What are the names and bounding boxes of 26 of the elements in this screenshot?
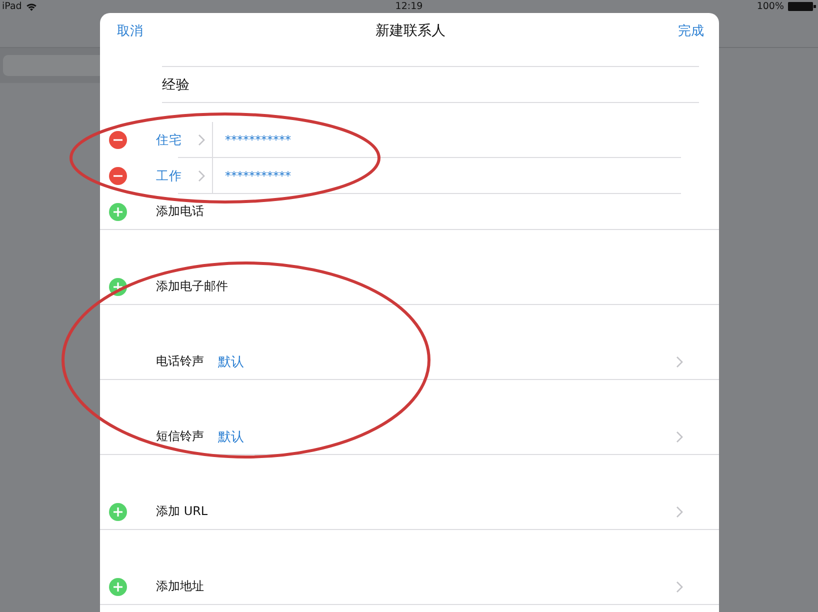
cancel-button[interactable]: 取消 <box>117 22 143 40</box>
sheet-title: 新建联系人 <box>376 22 446 40</box>
battery-icon <box>788 2 816 11</box>
add-item-button[interactable]: 添加 URL <box>156 503 208 520</box>
minus-circle-icon[interactable] <box>109 167 127 185</box>
phone-field[interactable]: *********** <box>225 133 679 147</box>
clock-time: 12:19 <box>395 0 423 12</box>
plus-circle-icon[interactable] <box>109 278 127 296</box>
setting-value[interactable]: 默认 <box>218 428 244 446</box>
chevron-icon <box>198 134 205 146</box>
phone-label-button[interactable]: 住宅 <box>156 132 205 148</box>
device-name: iPad <box>2 0 22 12</box>
wifi-icon <box>26 2 37 10</box>
phone-label-button[interactable]: 工作 <box>156 168 205 184</box>
setting-label: 短信铃声 <box>156 428 204 445</box>
battery-percentage: 100% <box>756 0 784 12</box>
add-item-button[interactable]: 添加电子邮件 <box>156 278 228 295</box>
setting-value[interactable]: 默认 <box>218 352 244 370</box>
add-item-button[interactable]: 添加电话 <box>156 203 204 220</box>
done-button[interactable]: 完成 <box>678 22 704 40</box>
chevron-icon <box>198 170 205 182</box>
phone-field[interactable]: *********** <box>225 169 679 183</box>
minus-circle-icon[interactable] <box>109 131 127 149</box>
setting-label: 电话铃声 <box>156 353 204 370</box>
text-field[interactable]: 经验 <box>162 76 699 92</box>
add-item-button[interactable]: 添加地址 <box>156 578 204 595</box>
